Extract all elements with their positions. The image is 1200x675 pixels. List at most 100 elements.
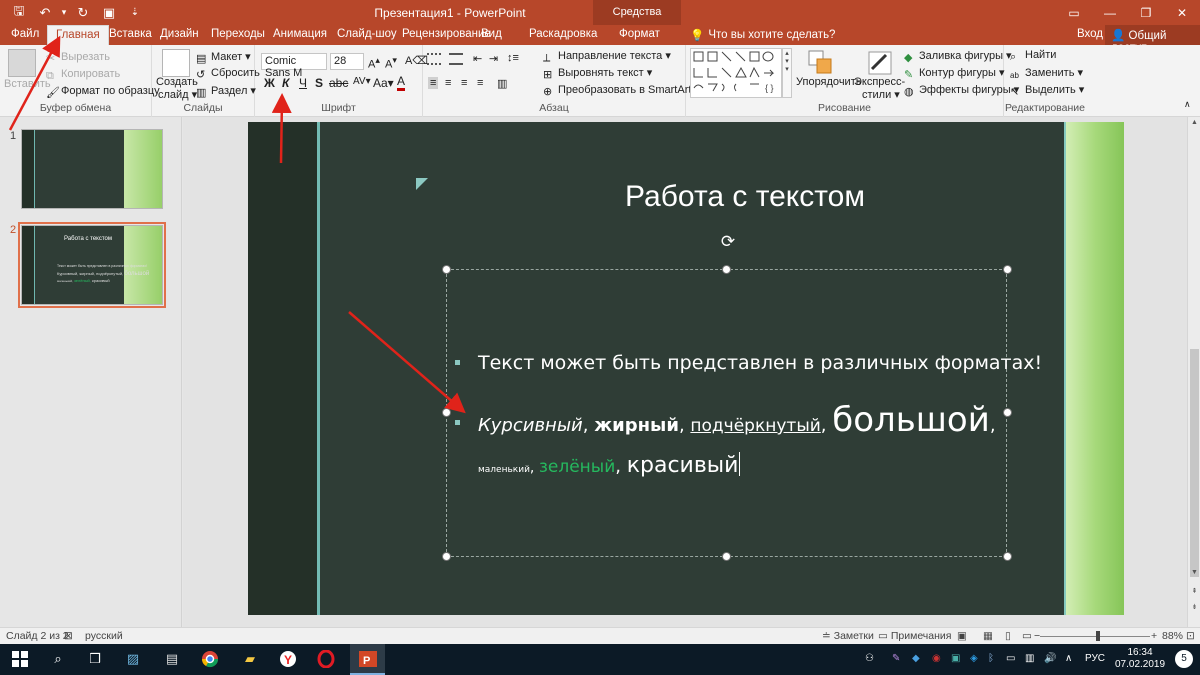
justify-icon[interactable]: ≡ [477,77,483,89]
shrink-font-icon[interactable]: A▾ [385,55,397,71]
tab-storyboarding[interactable]: Раскадровка [529,28,597,40]
zoom-slider[interactable] [1040,636,1150,637]
notes-button[interactable]: ≐ Заметки [822,630,874,642]
format-painter-button[interactable]: 🖌Формат по образцу [46,85,160,99]
tab-design[interactable]: Дизайн [160,28,199,40]
scroll-thumb[interactable] [1190,349,1199,577]
align-left-icon[interactable]: ≡ [428,77,439,89]
bullets-icon[interactable] [427,53,441,65]
slideshow-view-icon[interactable]: ▭ [1022,630,1032,642]
new-slide-icon[interactable] [162,49,190,77]
italic-button[interactable]: К [282,76,289,90]
new-slide-label-2[interactable]: слайд ▾ [158,88,197,101]
decrease-indent-icon[interactable]: ⇤ [473,52,482,65]
tab-slideshow[interactable]: Слайд-шоу [337,28,397,40]
strikethrough-button[interactable]: abc [329,76,348,90]
resize-handle-b[interactable] [722,552,731,561]
search-icon[interactable]: ⌕ [48,649,68,669]
reset-button[interactable]: ↺ Сбросить [196,67,260,81]
paste-icon[interactable] [8,49,36,77]
photos-app-icon[interactable]: ▨ [123,649,143,669]
new-slide-label-1[interactable]: Создать [156,76,198,88]
align-center-icon[interactable]: ≡ [445,77,451,89]
tab-review[interactable]: Рецензирование [402,28,491,40]
resize-handle-r[interactable] [1003,408,1012,417]
rotate-handle-icon[interactable]: ⟳ [718,232,738,252]
bluetooth-icon[interactable]: ᛒ [988,653,994,664]
character-spacing-button[interactable]: AV▾ [353,76,371,87]
save-icon[interactable]: 🖫 [8,3,30,22]
slide-sorter-icon[interactable]: ▦ [983,630,993,642]
change-case-button[interactable]: Aa▾ [373,76,394,90]
layout-button[interactable]: ▤ Макет ▾ [196,50,251,65]
scroll-up-icon[interactable]: ▲ [1188,119,1200,131]
undo-dropdown-icon[interactable]: ▾ [60,3,68,22]
network-icon[interactable]: ▥ [1025,653,1034,664]
underline-button[interactable]: Ч [299,76,307,90]
shape-effects-button[interactable]: ◍ Эффекты фигуры ▾ [904,83,1019,98]
shapes-gallery-scroll[interactable]: ▴ ▾ ▾ [782,48,792,98]
fit-to-window-icon[interactable]: ⊡ [1186,630,1195,642]
select-button[interactable]: ↖ Выделить ▾ [1010,83,1084,98]
slide-thumbnail-1[interactable] [21,129,163,209]
next-slide-icon[interactable]: ⇟ [1188,603,1200,615]
reading-view-icon[interactable]: ▯ [1005,630,1011,642]
installer-app-icon[interactable]: ▤ [162,649,182,669]
cut-button[interactable]: ✂ Вырезать [46,51,110,65]
text-direction-button[interactable]: ⟂ Направление текста ▾ [543,49,671,64]
zoom-in-icon[interactable]: + [1151,630,1157,642]
powerpoint-icon[interactable]: P [358,649,378,669]
task-view-icon[interactable]: ❒ [85,649,105,669]
line-spacing-icon[interactable]: ↕≡ [507,52,519,64]
grow-font-icon[interactable]: A▴ [368,55,380,71]
input-language[interactable]: РУС [1085,653,1105,664]
quick-styles-label-1[interactable]: Экспресс- [854,76,905,88]
quick-styles-icon[interactable] [866,49,894,77]
normal-view-icon[interactable]: ▣ [957,630,967,642]
chrome-icon[interactable] [200,649,220,669]
resize-handle-bl[interactable] [442,552,451,561]
comments-button[interactable]: ▭ Примечания [878,630,951,642]
customize-qat-icon[interactable]: ⇣ [124,3,146,22]
tray-telegram-icon[interactable]: ◈ [970,653,978,664]
arrange-icon[interactable] [807,49,835,77]
tab-animations[interactable]: Анимация [273,28,327,40]
tab-format[interactable]: Формат [619,28,660,40]
tab-view[interactable]: Вид [481,28,502,40]
align-text-button[interactable]: ⊞ Выровнять текст ▾ [543,66,652,81]
opera-icon[interactable] [316,649,336,669]
battery-warning-icon[interactable]: ▭ [1006,653,1015,664]
resize-handle-br[interactable] [1003,552,1012,561]
zoom-slider-knob[interactable] [1096,631,1100,641]
start-slideshow-icon[interactable]: ▣ [98,3,120,22]
close-button[interactable]: ✕ [1164,0,1200,25]
tab-file[interactable]: Файл [11,28,39,40]
undo-icon[interactable]: ↶ [34,3,56,22]
bold-button[interactable]: Ж [264,76,275,90]
bullet-text-2[interactable]: Курсивный, жирный, подчёркнутый, большой… [478,400,996,440]
slide-title[interactable]: Работа с текстом [518,180,972,214]
font-name-box[interactable]: Comic Sans M [261,53,327,79]
find-button[interactable]: ⌕ Найти [1010,49,1056,63]
quick-styles-label-2[interactable]: стили ▾ [862,88,900,101]
resize-handle-l[interactable] [442,408,451,417]
minimize-button[interactable]: — [1092,0,1128,25]
vertical-scrollbar[interactable]: ▲ ▼ ⇞ ⇟ [1187,117,1200,627]
paste-button[interactable]: Вставить [4,78,51,90]
tab-transitions[interactable]: Переходы [211,28,265,40]
prev-slide-icon[interactable]: ⇞ [1188,587,1200,599]
convert-smartart-button[interactable]: ⊕ Преобразовать в SmartArt ▾ [543,83,700,98]
copy-button[interactable]: ⧉ Копировать [46,68,120,82]
spellcheck-icon[interactable]: ⊠ [64,630,73,642]
shapes-gallery[interactable]: { } [690,48,782,98]
file-explorer-icon[interactable]: ▰ [240,649,260,669]
resize-handle-t[interactable] [722,265,731,274]
maximize-button[interactable]: ❐ [1128,0,1164,25]
columns-icon[interactable]: ▥ [497,77,507,90]
yandex-browser-icon[interactable]: Y [278,649,298,669]
shape-outline-button[interactable]: ✎ Контур фигуры ▾ [904,66,1005,81]
volume-icon[interactable]: 🔊 [1044,653,1056,664]
tab-home[interactable]: Главная [47,25,109,45]
expand-tray-icon[interactable]: ∧ [1065,653,1072,664]
notification-center-icon[interactable]: 5 [1175,650,1193,668]
